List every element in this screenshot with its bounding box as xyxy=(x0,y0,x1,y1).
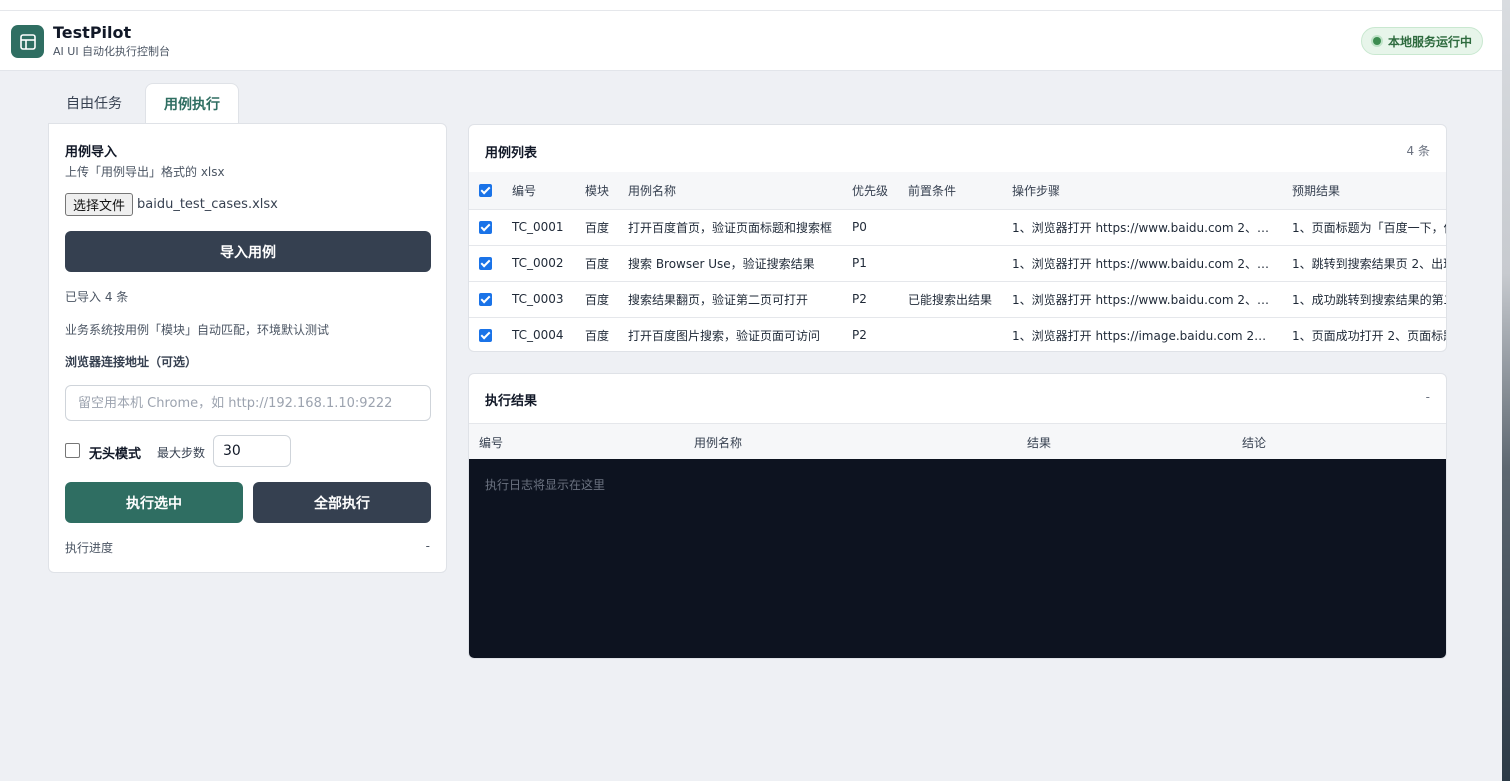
results-col-conclusion: 结论 xyxy=(1242,436,1267,450)
cell-priority: P2 xyxy=(844,281,900,318)
execution-log-console[interactable]: 执行日志将显示在这里 xyxy=(469,459,1446,658)
row-checkbox[interactable] xyxy=(479,257,492,270)
app-subtitle: AI UI 自动化执行控制台 xyxy=(53,45,171,58)
results-col-name: 用例名称 xyxy=(694,436,743,450)
results-header-row: 编号 用例名称 结果 结论 xyxy=(469,423,1446,459)
cell-precondition: 已能搜索出结果 xyxy=(900,281,1004,318)
col-header-steps: 操作步骤 xyxy=(1004,172,1284,210)
run-all-button[interactable]: 全部执行 xyxy=(253,482,431,523)
cell-name: 打开百度首页，验证页面标题和搜索框 xyxy=(620,209,844,246)
progress-label: 执行进度 xyxy=(65,541,114,555)
case-import-panel: 用例导入 上传「用例导出」格式的 xlsx 选择文件 baidu_test_ca… xyxy=(48,123,447,573)
cell-priority: P2 xyxy=(852,328,867,343)
import-subtitle: 上传「用例导出」格式的 xlsx xyxy=(65,165,225,179)
cell-id: TC_0002 xyxy=(504,245,577,282)
cell-priority: P0 xyxy=(844,209,900,246)
cell-steps: 1、浏览器打开 https://www.baidu.com 2、在... xyxy=(1004,245,1284,282)
window-top-strip xyxy=(0,0,1502,11)
case-table: 编号 模块 用例名称 优先级 前置条件 操作步骤 预期结果 TC_0001 百度… xyxy=(469,172,1447,351)
import-cases-button[interactable]: 导入用例 xyxy=(65,231,431,272)
col-header-id: 编号 xyxy=(504,172,577,210)
results-status: - xyxy=(1425,390,1430,404)
table-row[interactable]: TC_0002 百度 搜索 Browser Use，验证搜索结果 P1 1、浏览… xyxy=(469,245,1446,282)
tab-case-execution[interactable]: 用例执行 xyxy=(145,83,239,123)
row-checkbox[interactable] xyxy=(479,329,492,343)
headless-checkbox[interactable] xyxy=(65,443,80,458)
log-placeholder: 执行日志将显示在这里 xyxy=(485,478,606,492)
max-steps-label: 最大步数 xyxy=(157,446,206,460)
app-title: TestPilot xyxy=(53,23,132,42)
results-col-result: 结果 xyxy=(1027,436,1052,450)
cell-module: 百度 xyxy=(577,281,620,318)
cell-id: TC_0001 xyxy=(504,209,577,246)
service-status-badge: 本地服务运行中 xyxy=(1361,27,1483,55)
cell-precondition xyxy=(900,245,1004,282)
case-list-panel: 用例列表 4 条 编号 模块 用例名称 优先级 前置条件 操作步骤 预期结果 T… xyxy=(468,124,1447,352)
col-header-priority: 优先级 xyxy=(844,172,900,210)
case-table-scroll[interactable]: 编号 模块 用例名称 优先级 前置条件 操作步骤 预期结果 TC_0001 百度… xyxy=(469,172,1447,351)
row-checkbox[interactable] xyxy=(479,221,492,234)
progress-value: - xyxy=(425,539,430,553)
cell-precondition xyxy=(900,317,1004,351)
service-status-text: 本地服务运行中 xyxy=(1388,34,1473,49)
col-header-module: 模块 xyxy=(577,172,620,210)
desktop-edge xyxy=(1502,0,1510,781)
cell-expected: 1、成功跳转到搜索结果的第二 xyxy=(1284,281,1446,318)
case-count: 4 条 xyxy=(1406,144,1430,158)
cell-priority: P1 xyxy=(844,245,900,282)
cell-steps: 1、浏览器打开 https://image.baidu.com 2、... xyxy=(1012,328,1278,343)
run-selected-button[interactable]: 执行选中 xyxy=(65,482,243,523)
app-header: TestPilot AI UI 自动化执行控制台 本地服务运行中 xyxy=(0,11,1502,71)
cell-module: 百度 xyxy=(577,209,620,246)
cell-name: 搜索 Browser Use，验证搜索结果 xyxy=(620,245,844,282)
col-header-precondition: 前置条件 xyxy=(900,172,1004,210)
table-row[interactable]: TC_0003 百度 搜索结果翻页，验证第二页可打开 P2 已能搜索出结果 1、… xyxy=(469,281,1446,318)
module-match-hint: 业务系统按用例「模块」自动匹配，环境默认测试 xyxy=(65,323,330,337)
results-col-id: 编号 xyxy=(479,436,504,450)
cell-module: 百度 xyxy=(585,328,610,343)
import-title: 用例导入 xyxy=(65,145,118,160)
cell-steps: 1、浏览器打开 https://www.baidu.com 2、搜... xyxy=(1004,281,1284,318)
cell-expected: 1、页面成功打开 2、页面标题 xyxy=(1292,328,1447,343)
headless-label: 无头模式 xyxy=(89,447,142,462)
selected-file-name: baidu_test_cases.xlsx xyxy=(137,197,278,212)
table-row[interactable]: TC_0001 百度 打开百度首页，验证页面标题和搜索框 P0 1、浏览器打开 … xyxy=(469,209,1446,246)
status-dot-icon xyxy=(1373,37,1381,45)
results-title: 执行结果 xyxy=(485,394,538,409)
cell-id: TC_0003 xyxy=(504,281,577,318)
choose-file-button[interactable]: 选择文件 xyxy=(65,193,133,216)
col-header-expected: 预期结果 xyxy=(1284,172,1446,210)
cell-name: 搜索结果翻页，验证第二页可打开 xyxy=(620,281,844,318)
cell-module: 百度 xyxy=(577,245,620,282)
execution-results-panel: 执行结果 - 编号 用例名称 结果 结论 执行日志将显示在这里 xyxy=(468,373,1447,659)
imported-count: 已导入 4 条 xyxy=(65,290,129,304)
select-all-checkbox[interactable] xyxy=(479,184,492,198)
cell-name: 打开百度图片搜索，验证页面可访问 xyxy=(628,328,821,343)
browser-url-input[interactable] xyxy=(65,385,431,421)
case-list-title: 用例列表 xyxy=(485,146,538,161)
cell-id: TC_0004 xyxy=(512,328,564,343)
row-checkbox[interactable] xyxy=(479,293,492,306)
table-row[interactable]: TC_0004 百度 打开百度图片搜索，验证页面可访问 P2 1、浏览器打开 h… xyxy=(469,317,1447,351)
cell-expected: 1、跳转到搜索结果页 2、出现 xyxy=(1284,245,1446,282)
table-header-row: 编号 模块 用例名称 优先级 前置条件 操作步骤 预期结果 xyxy=(469,172,1446,210)
browser-url-label: 浏览器连接地址（可选） xyxy=(65,355,198,369)
max-steps-input[interactable] xyxy=(213,435,291,467)
cell-expected: 1、页面标题为「百度一下，你 xyxy=(1284,209,1446,246)
app-logo-icon xyxy=(11,25,44,58)
cell-precondition xyxy=(900,209,1004,246)
col-header-name: 用例名称 xyxy=(620,172,844,210)
cell-steps: 1、浏览器打开 https://www.baidu.com 2、等... xyxy=(1004,209,1284,246)
tab-free-task[interactable]: 自由任务 xyxy=(48,83,140,123)
